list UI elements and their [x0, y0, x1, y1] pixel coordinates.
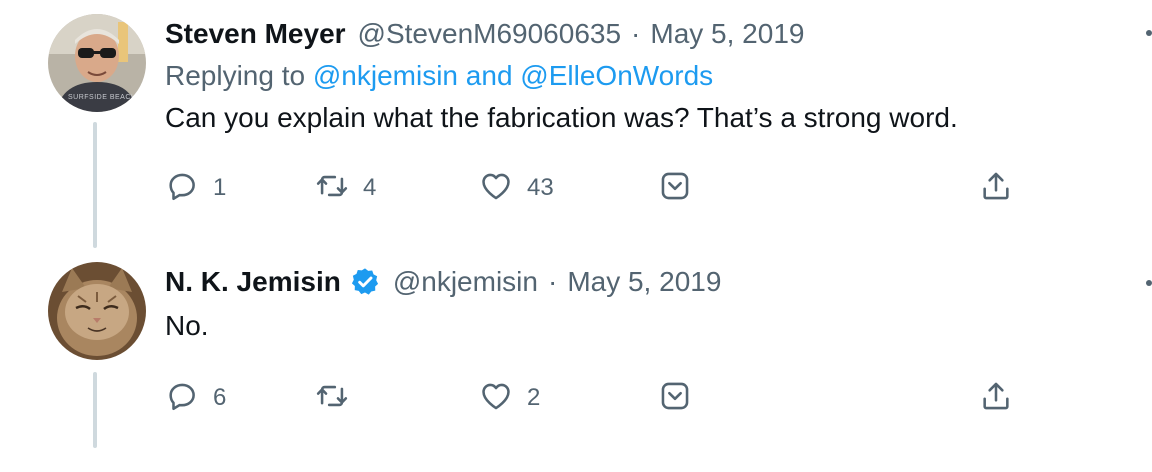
author-handle[interactable]: @StevenM69060635: [358, 16, 622, 52]
like-count: 2: [527, 384, 541, 411]
replying-to: Replying to @nkjemisin and @ElleOnWords: [165, 58, 713, 94]
like-button[interactable]: 2: [479, 378, 540, 418]
thread-line: [93, 372, 97, 448]
retweet-count: 4: [363, 174, 377, 201]
reply-icon: [165, 169, 199, 208]
reply-count: 1: [213, 174, 227, 201]
more-icon[interactable]: [1146, 30, 1152, 36]
action-bar: 6 2: [165, 378, 1025, 418]
replying-to-label: Replying to: [165, 60, 306, 91]
share-icon: [979, 169, 1013, 208]
dm-button[interactable]: [658, 378, 692, 418]
dm-icon: [658, 169, 692, 208]
separator-dot: ·: [547, 266, 558, 297]
like-count: 43: [527, 174, 554, 201]
like-icon: [479, 379, 513, 418]
tweet-2[interactable]: N. K. Jemisin @nkjemisin · May 5, 2019 N…: [0, 250, 1152, 472]
author-handle[interactable]: @nkjemisin: [393, 264, 538, 300]
tweet-header: Steven Meyer @StevenM69060635 · May 5, 2…: [165, 16, 804, 52]
retweet-icon: [315, 169, 349, 208]
avatar[interactable]: SURFSIDE BEACH: [48, 14, 146, 112]
thread-line: [93, 122, 97, 248]
mention-conjunction: and: [465, 60, 513, 91]
avatar-text: SURFSIDE BEACH: [68, 94, 137, 101]
reply-icon: [165, 379, 199, 418]
retweet-button[interactable]: [315, 378, 363, 418]
more-icon[interactable]: [1146, 280, 1152, 286]
share-icon: [979, 379, 1013, 418]
tweet-text: No.: [165, 310, 209, 341]
tweet-1[interactable]: SURFSIDE BEACH Steven Meyer @StevenM6906…: [0, 0, 1152, 260]
mention-link[interactable]: @ElleOnWords: [520, 60, 713, 91]
tweet-text: Can you explain what the fabrication was…: [165, 102, 958, 133]
author-name[interactable]: N. K. Jemisin: [165, 264, 341, 300]
reply-button[interactable]: 6: [165, 378, 226, 418]
share-button[interactable]: [979, 378, 1013, 418]
reply-button[interactable]: 1: [165, 168, 226, 208]
dm-icon: [658, 379, 692, 418]
mention-link[interactable]: @nkjemisin: [313, 60, 458, 91]
action-bar: 1 4 43: [165, 168, 1025, 208]
separator-dot: ·: [631, 18, 641, 49]
like-icon: [479, 169, 513, 208]
author-name[interactable]: Steven Meyer: [165, 16, 346, 52]
tweet-date[interactable]: May 5, 2019: [567, 264, 721, 300]
like-button[interactable]: 43: [479, 168, 554, 208]
verified-icon: [349, 266, 381, 298]
share-button[interactable]: [979, 168, 1013, 208]
avatar[interactable]: [48, 262, 146, 360]
tweet-header: N. K. Jemisin @nkjemisin · May 5, 2019: [165, 264, 721, 300]
retweet-button[interactable]: 4: [315, 168, 376, 208]
dm-button[interactable]: [658, 168, 692, 208]
tweet-date[interactable]: May 5, 2019: [650, 16, 804, 52]
retweet-icon: [315, 379, 349, 418]
reply-count: 6: [213, 384, 227, 411]
